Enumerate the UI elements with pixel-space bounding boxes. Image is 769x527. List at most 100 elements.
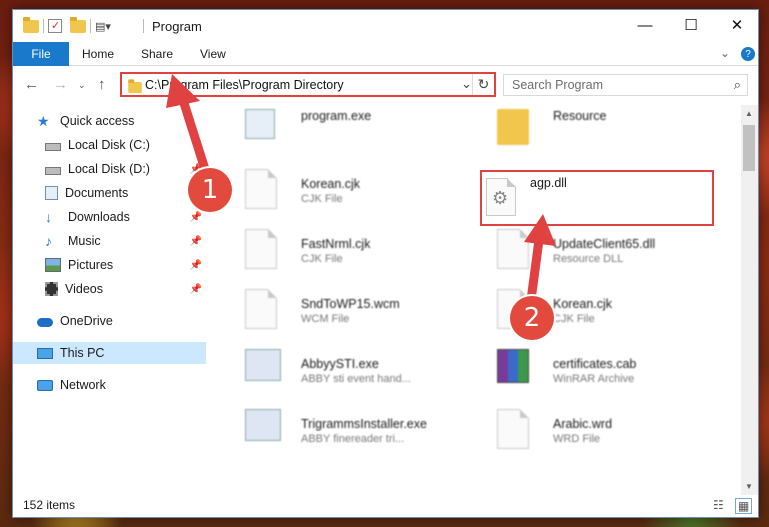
file-name: AbbyySTI.exe	[301, 357, 379, 371]
music-icon: ♪	[45, 233, 52, 249]
vertical-scrollbar[interactable]: ▲ ▼	[741, 105, 758, 495]
exe-icon	[245, 409, 281, 441]
minimize-button[interactable]: —	[622, 10, 668, 40]
file-name: FastNrml.cjk	[301, 237, 371, 251]
properties-icon[interactable]: ✓	[48, 19, 62, 33]
sidebar-item-label: Network	[60, 378, 106, 392]
file-name: Korean.cjk	[553, 297, 613, 311]
file-name: Resource	[553, 109, 607, 123]
up-arrow-icon[interactable]: ↑	[98, 76, 106, 93]
scrollbar-thumb[interactable]	[743, 125, 755, 171]
scroll-down-icon[interactable]: ▼	[745, 482, 753, 491]
winrar-icon	[497, 349, 529, 383]
gear-icon: ⚙	[492, 188, 509, 208]
folder-icon	[128, 79, 142, 94]
folder-item[interactable]: Resource	[483, 105, 703, 161]
sidebar-item-documents[interactable]: Documents 📌	[13, 182, 206, 204]
search-box[interactable]: Search Program ⌕	[503, 74, 748, 96]
details-view-icon[interactable]: ☷	[713, 498, 724, 512]
navigation-bar: ← → ⌄ ↑ C:\Program Files\Program Directo…	[13, 67, 758, 102]
file-name: Korean.cjk	[301, 177, 361, 191]
file-item[interactable]: program.exe	[231, 105, 451, 161]
separator	[43, 19, 44, 33]
sidebar-item-label: Videos	[65, 282, 103, 296]
pin-icon[interactable]: 📌	[190, 212, 202, 223]
pin-icon[interactable]: 📌	[190, 284, 202, 295]
close-button[interactable]: ✕	[714, 10, 758, 40]
file-item[interactable]: certificates.cab WinRAR Archive	[483, 345, 703, 401]
sidebar-item-label: Documents	[65, 186, 129, 200]
large-icons-view-icon[interactable]: ▦	[735, 498, 753, 514]
file-type: CJK File	[553, 313, 595, 325]
sidebar-item-music[interactable]: ♪ Music 📌	[13, 230, 206, 252]
document-icon	[245, 289, 277, 329]
pictures-icon	[45, 258, 61, 272]
network-icon	[37, 379, 53, 391]
file-item[interactable]: Korean.cjk CJK File	[231, 165, 451, 221]
sidebar-item-label: Local Disk (C:)	[68, 138, 150, 152]
sidebar-item-local-disk-d[interactable]: Local Disk (D:) 📌	[13, 158, 206, 180]
drive-icon	[45, 166, 61, 175]
tab-file[interactable]: File	[13, 42, 69, 66]
file-type: WCM File	[301, 313, 350, 325]
document-icon	[245, 169, 277, 209]
file-explorer-window: ✓ ▤▾ Program — ☐ ✕ File Home Share View …	[12, 9, 759, 518]
file-item[interactable]: AbbyySTI.exe ABBY sti event hand...	[231, 345, 451, 401]
cloud-icon	[37, 318, 53, 327]
address-path[interactable]: C:\Program Files\Program Directory	[145, 78, 344, 92]
sidebar-item-pictures[interactable]: Pictures 📌	[13, 254, 206, 276]
chevron-down-icon[interactable]: ⌄	[461, 76, 472, 92]
exe-icon	[245, 349, 281, 381]
file-type: WinRAR Archive	[553, 373, 635, 385]
file-name: UpdateClient65.dll	[553, 237, 656, 251]
new-folder-icon[interactable]	[70, 16, 86, 33]
back-arrow-icon[interactable]: ←	[24, 76, 39, 93]
scroll-up-icon[interactable]: ▲	[745, 109, 753, 118]
help-icon[interactable]: ?	[741, 47, 755, 61]
sidebar-item-label: Quick access	[60, 114, 135, 128]
file-item[interactable]: Arabic.wrd WRD File	[483, 405, 703, 461]
file-type: CJK File	[301, 253, 343, 265]
folder-icon	[23, 16, 39, 33]
file-item[interactable]: SndToWP15.wcm WCM File	[231, 285, 451, 341]
maximize-button[interactable]: ☐	[668, 10, 714, 40]
recent-locations-icon[interactable]: ⌄	[78, 80, 86, 91]
sidebar-item-downloads[interactable]: ↓ Downloads 📌	[13, 206, 206, 228]
file-type: Resource DLL	[553, 253, 624, 265]
tab-home[interactable]: Home	[82, 47, 114, 61]
file-name: agp.dll	[530, 176, 567, 190]
step-badge-2: 2	[510, 296, 554, 340]
sidebar-item-network[interactable]: Network	[13, 374, 206, 396]
pin-icon[interactable]: 📌	[190, 260, 202, 271]
title-separator	[143, 19, 144, 33]
window-title: Program	[152, 19, 202, 34]
pin-icon[interactable]: 📌	[190, 236, 202, 247]
drive-icon	[45, 142, 61, 151]
search-placeholder[interactable]: Search Program	[512, 78, 603, 92]
tab-share[interactable]: Share	[141, 47, 173, 61]
sidebar-item-videos[interactable]: Videos 📌	[13, 278, 206, 300]
sidebar-item-local-disk-c[interactable]: Local Disk (C:)	[13, 134, 206, 156]
sidebar-item-onedrive[interactable]: OneDrive	[13, 310, 206, 332]
forward-arrow-icon[interactable]: →	[53, 76, 68, 93]
star-icon: ★	[37, 113, 50, 129]
file-item[interactable]: FastNrml.cjk CJK File	[231, 225, 451, 281]
file-list: program.exe Resource Korean.cjk CJK File…	[221, 105, 741, 495]
ribbon-tabs: File Home Share View ⌄ ?	[13, 42, 758, 66]
sidebar-item-this-pc[interactable]: This PC	[13, 342, 206, 364]
chevron-down-icon[interactable]: ⌄	[720, 46, 730, 60]
highlighted-file-item[interactable]: ⚙ agp.dll	[480, 170, 714, 226]
computer-icon	[37, 347, 53, 359]
file-item[interactable]: UpdateClient65.dll Resource DLL	[483, 225, 703, 281]
videos-icon	[45, 282, 58, 296]
refresh-icon[interactable]: ↻	[472, 74, 494, 95]
sidebar-item-quick-access[interactable]: ★ Quick access	[13, 110, 206, 132]
customize-toolbar-icon[interactable]: ▤▾	[95, 20, 111, 33]
file-item[interactable]: TrigrammsInstaller.exe ABBY finereader t…	[231, 405, 451, 461]
file-name: SndToWP15.wcm	[301, 297, 400, 311]
sidebar-item-label: OneDrive	[60, 314, 113, 328]
address-bar[interactable]: C:\Program Files\Program Directory ⌄ ↻	[120, 72, 496, 97]
file-type: ABBY sti event hand...	[301, 373, 411, 385]
tab-view[interactable]: View	[200, 47, 226, 61]
search-icon[interactable]: ⌕	[734, 77, 741, 93]
